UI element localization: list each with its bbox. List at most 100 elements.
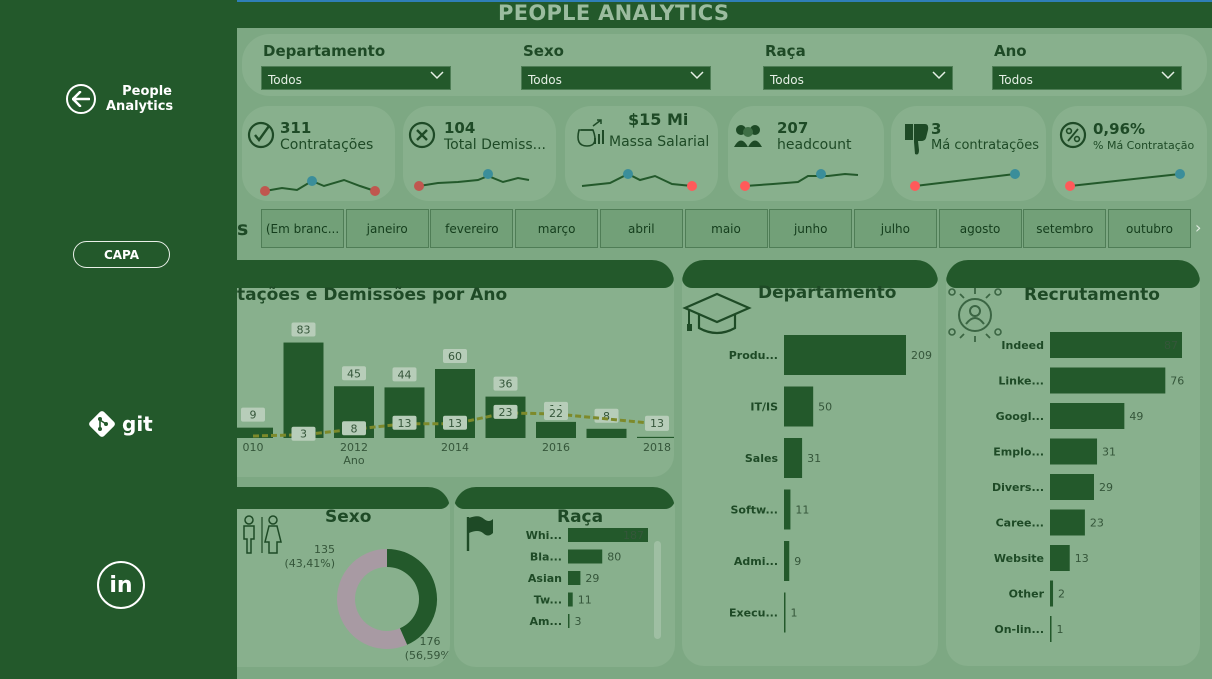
year-chart: 9834544603614813813132322130102012201420… [237,322,674,467]
recruitment-chart: Indeed 87 Linke... 76 Googl... 49 Emplo... 31 Di… [992,332,1184,642]
bar [1050,616,1052,642]
category-label: Admi... [734,555,778,568]
kpi-label: headcount [777,137,852,153]
title-bar: PEOPLE ANALYTICS [237,0,1212,28]
data-label: 22 [549,407,563,420]
sparkline [740,169,859,191]
filter-ano: Ano Todos [992,42,1182,90]
data-label: 44 [398,368,412,381]
bar [784,438,803,478]
capa-button[interactable]: CAPA [73,241,170,268]
page-title: PEOPLE ANALYTICS [498,1,730,25]
data-label: 13 [1075,552,1089,565]
percent-icon [1059,121,1087,149]
category-label: Other [1009,588,1045,601]
kpi-label: % Má Contratação [1093,139,1195,152]
data-label: 11 [578,594,592,607]
data-label: 135 [314,543,335,556]
category-label: Softw... [730,504,778,517]
kpi-contratacoes: 311 Contratações [242,106,395,201]
x-tick-label: 2014 [441,441,469,454]
department-chart-panel: Departamento Produ... 209 IT/IS 50 Sales 31 So… [682,260,938,666]
filter-label: Sexo [523,42,564,60]
month-option[interactable]: março [515,209,599,248]
kpi-value: 207 [777,119,809,137]
category-label: Divers... [992,481,1044,494]
bar [1050,332,1182,358]
category-label: Googl... [996,410,1044,423]
data-label: 50 [818,401,832,414]
bar [568,592,573,607]
bar [1050,367,1166,394]
raca-dropdown[interactable]: Todos [763,66,953,90]
kpi-headcount: 207 headcount [728,106,884,201]
gender-donut-chart: 135(43,41%) 176(56,59%) [284,543,450,662]
data-label: 83 [297,324,311,337]
department-chart: Produ... 209 IT/IS 50 Sales 31 Softw... 11 Admi.… [729,335,932,633]
kpi-label: Massa Salarial [609,134,710,150]
data-label: 76 [1170,375,1184,388]
bar [1050,580,1054,607]
data-label: 49 [1129,410,1143,423]
month-slicer-title: s [237,218,249,240]
month-option[interactable]: junho [769,209,853,248]
data-label: 8 [351,422,358,435]
linkedin-icon[interactable]: in [97,561,145,609]
kpi-demissoes: 104 Total Demiss... [403,106,556,201]
sparkline [581,169,697,191]
filter-departamento: Departamento Todos [261,42,451,90]
data-label: 2 [1058,588,1065,601]
month-option[interactable]: abril [599,209,683,248]
back-to-home-button[interactable]: People Analytics [66,84,173,114]
data-label: 13 [650,417,664,430]
ano-dropdown[interactable]: Todos [992,66,1182,90]
data-label: 176 [420,635,441,648]
kpi-pct-ma-contratacao: 0,96% % Má Contratação [1052,106,1207,201]
category-label: Am... [529,615,562,628]
data-label: 3 [575,615,582,628]
category-label: Bla... [530,551,562,564]
bar [1050,403,1125,429]
bar [536,421,576,438]
filter-label: Raça [765,42,806,60]
git-link[interactable]: git [88,410,153,438]
month-option[interactable]: fevereiro [430,209,514,248]
filter-label: Departamento [263,42,386,60]
sexo-dropdown[interactable]: Todos [521,66,711,90]
month-option[interactable]: julho [853,209,937,248]
kpi-ma-contratacoes: 3 Má contratações [891,106,1046,201]
category-label: Tw... [534,594,562,607]
data-label: 9 [250,409,257,422]
chevron-down-icon [932,71,946,80]
kpi-label: Total Demiss... [444,137,547,153]
x-tick-label: 010 [243,441,264,454]
bar [1050,545,1070,571]
category-label: Execu... [729,607,778,620]
people-icon [734,125,762,147]
thumbs-down-icon [905,124,929,155]
chevron-down-icon [1161,71,1175,80]
arrow-left-icon [66,84,96,114]
data-label: 31 [807,452,821,465]
sparkline [1065,169,1185,191]
month-option[interactable]: janeiro [345,209,429,248]
chevron-down-icon [430,71,444,80]
month-option[interactable]: agosto [938,209,1022,248]
month-option[interactable]: outubro [1108,209,1191,248]
category-label: Whi... [526,529,562,542]
data-label: 36 [499,378,513,391]
month-option[interactable]: setembro [1023,209,1107,248]
bar [1050,509,1085,536]
race-chart-panel: Raça Whi... 187 Bla... 80 Asian 29 Tw... 11 Am..… [454,487,675,667]
scrollbar[interactable] [654,541,661,639]
chevron-right-icon[interactable]: › [1195,218,1201,237]
data-label: 13 [398,417,412,430]
bar [637,436,674,438]
data-label: (43,41%) [284,557,335,570]
category-label: Indeed [1001,339,1044,352]
month-option[interactable]: maio [684,209,768,248]
departamento-dropdown[interactable]: Todos [261,66,451,90]
sparkline [910,169,1020,191]
data-label: 209 [911,349,932,362]
month-option[interactable]: (Em branc... [261,209,344,248]
